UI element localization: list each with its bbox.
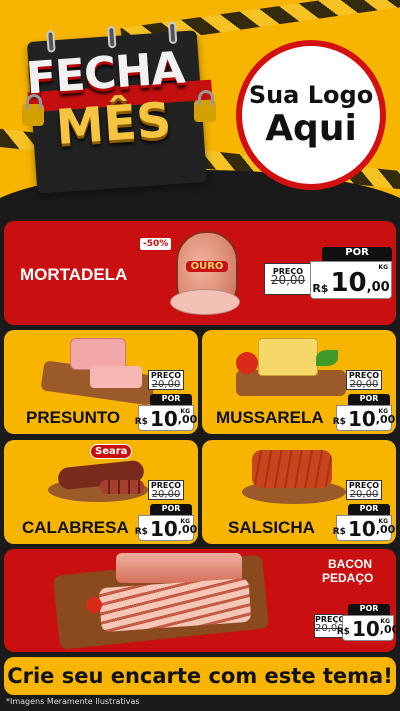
new-price-label: POR [348, 394, 390, 405]
product-card-presunto[interactable]: PRESUNTO PREÇO 20,00 POR R$ 10 ,00 KG [4, 330, 198, 434]
product-card-mussarela[interactable]: MUSSARELA PREÇO 20,00 POR R$ 10 ,00 KG [202, 330, 396, 434]
product-card-bacon[interactable]: BACON PEDAÇO PREÇO 20,00 POR R$ 10 ,00 KG [4, 549, 396, 652]
price-tag: PREÇO 20,00 POR R$ 10 ,00 KG [134, 480, 198, 542]
price-tag: PREÇO 20,00 POR R$ 10 ,00 KG [314, 604, 396, 648]
mortadela-slices [170, 289, 240, 315]
price-integer: 10 [149, 517, 178, 541]
unit: KG [378, 408, 388, 415]
old-price-value: 20,00 [270, 273, 306, 287]
old-price-value: 20,00 [151, 379, 181, 390]
price-decimal: ,00 [379, 623, 396, 636]
logo-line1: Sua Logo [248, 81, 374, 109]
unit: KG [380, 618, 390, 625]
unit: KG [378, 264, 388, 271]
price-integer: 10 [347, 517, 376, 541]
new-price-label: POR [348, 504, 390, 515]
product-card-salsicha[interactable]: SALSICHA PREÇO 20,00 POR R$ 10 ,00 KG [202, 440, 396, 544]
product-name: SALSICHA [228, 518, 315, 537]
bacon-image [116, 553, 242, 583]
product-name: MORTADELA [20, 265, 128, 284]
old-price-value: 20,00 [151, 489, 181, 500]
brand-label: OURO [186, 261, 228, 272]
product-name-line2: PEDAÇO [322, 571, 374, 585]
currency: R$ [312, 282, 329, 295]
price-integer: 10 [149, 407, 178, 431]
logo-line2: Aqui [265, 108, 357, 149]
old-price-value: 20,00 [349, 379, 379, 390]
discount-badge: -50% [139, 237, 173, 251]
store-logo-placeholder[interactable]: Sua Logo Aqui [236, 40, 386, 190]
mussarela-image [258, 338, 318, 376]
tomato-icon [236, 352, 258, 374]
price-decimal: ,00 [177, 523, 198, 536]
price-integer: 10 [330, 268, 367, 298]
product-card-calabresa[interactable]: Seara CALABRESA PREÇO 20,00 POR R$ 10 ,00… [4, 440, 198, 544]
price-decimal: ,00 [366, 280, 390, 295]
old-price-value: 20,00 [349, 489, 379, 500]
price-tag: PREÇO 20,00 POR R$ 10 ,00 KG [332, 370, 396, 432]
price-decimal: ,00 [177, 413, 198, 426]
product-name: MUSSARELA [216, 408, 324, 427]
new-price-label: POR [348, 604, 390, 615]
padlock-icon [194, 90, 216, 122]
unit: KG [378, 518, 388, 525]
unit: KG [180, 408, 190, 415]
price-tag: PREÇO 20,00 POR R$ 10 ,00 KG [134, 370, 198, 432]
unit: KG [180, 518, 190, 525]
price-tag: PREÇO 20,00 POR R$ 10 ,00 KG [332, 480, 396, 542]
new-price-label: POR [150, 394, 192, 405]
product-card-mortadela[interactable]: MORTADELA OURO -50% PREÇO 20,00 POR R$ 10… [4, 221, 396, 325]
currency: R$ [134, 417, 148, 427]
product-name: PRESUNTO [26, 408, 121, 427]
cta-text: Crie seu encarte com este tema! [7, 664, 393, 688]
currency: R$ [332, 417, 346, 427]
new-price-label: POR [150, 504, 192, 515]
price-decimal: ,00 [375, 413, 396, 426]
tomato-icon [86, 597, 102, 613]
new-price-label: POR [322, 247, 392, 261]
price-integer: 10 [351, 617, 380, 641]
price-integer: 10 [347, 407, 376, 431]
currency: R$ [332, 527, 346, 537]
brand-logo: Seara [90, 444, 133, 459]
title-mes: MÊS [54, 92, 173, 156]
header-banner: FECHA MÊS Sua Logo Aqui [0, 0, 400, 200]
currency: R$ [134, 527, 148, 537]
price-tag: PREÇO 20,00 POR R$ 10 ,00 KG [264, 247, 392, 303]
currency: R$ [336, 627, 350, 637]
product-name-line1: BACON [328, 557, 372, 571]
presunto-slices [90, 366, 142, 388]
padlock-icon [22, 94, 44, 126]
basil-icon [316, 350, 338, 366]
cta-banner[interactable]: Crie seu encarte com este tema! [4, 657, 396, 695]
price-decimal: ,00 [375, 523, 396, 536]
product-name: CALABRESA [22, 518, 129, 537]
salsicha-image [252, 450, 332, 488]
disclaimer-note: *Imagens Meramente Ilustrativas [6, 697, 140, 706]
